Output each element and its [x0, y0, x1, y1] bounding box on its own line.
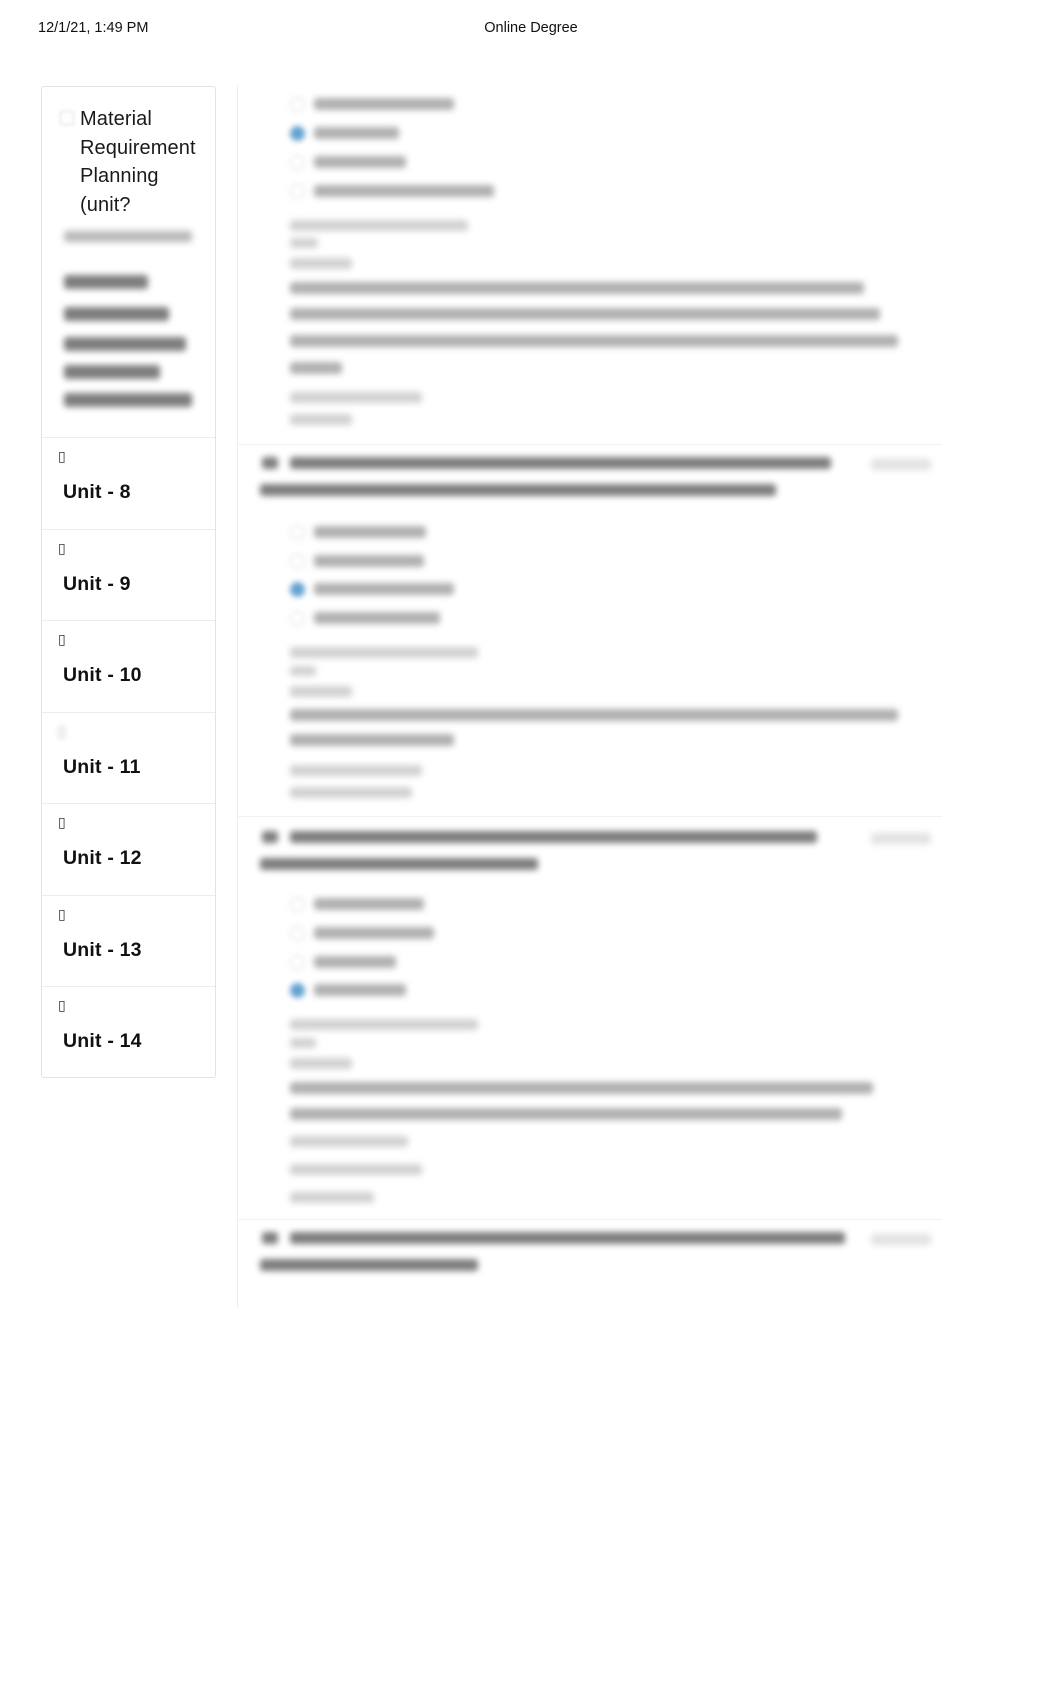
- radio-option[interactable]: [290, 525, 305, 540]
- quiz-content-panel: [237, 86, 942, 1308]
- radio-option[interactable]: [290, 926, 305, 941]
- page-title: Online Degree: [484, 20, 578, 36]
- solution-text: [290, 362, 342, 374]
- question-divider: [238, 816, 942, 817]
- option-label: [314, 927, 434, 939]
- sidebar-item-unit-13[interactable]: ▯ Unit - 13: [42, 894, 215, 987]
- solution-text: [290, 686, 352, 697]
- question-number: [262, 457, 278, 469]
- radio-option-selected[interactable]: [290, 126, 305, 141]
- option-label: [314, 526, 426, 538]
- option-label: [314, 956, 396, 968]
- accepted-answer-value: [290, 414, 352, 425]
- missing-glyph-icon: ▯: [58, 723, 66, 740]
- radio-option[interactable]: [290, 554, 305, 569]
- radio-option[interactable]: [290, 155, 305, 170]
- question-divider: [238, 444, 942, 445]
- solution-text: [290, 308, 880, 320]
- sidebar-item-label: Unit - 14: [63, 1030, 142, 1052]
- sidebar-item-unit-14[interactable]: ▯ Unit - 14: [42, 986, 215, 1077]
- option-label: [314, 555, 424, 567]
- sidebar-item-unit-11[interactable]: ▯ Unit - 11: [42, 711, 215, 804]
- solution-text: [290, 1058, 352, 1069]
- radio-option[interactable]: [290, 97, 305, 112]
- print-header: 12/1/21, 1:49 PM Online Degree: [0, 18, 1062, 44]
- question-mark-label: [871, 833, 931, 844]
- sidebar-item-label: Unit - 12: [63, 847, 142, 869]
- solution-text: [290, 734, 454, 746]
- missing-glyph-icon: ▯: [58, 540, 66, 557]
- solution-text: [290, 647, 478, 658]
- solution-text: [290, 282, 864, 294]
- sidebar-item-label: Unit - 11: [63, 755, 141, 778]
- solution-text: [290, 1038, 316, 1048]
- sidebar-item-unit-9[interactable]: ▯ Unit - 9: [42, 528, 215, 621]
- option-label: [314, 583, 454, 595]
- question-mark-label: [871, 459, 931, 470]
- solution-text: [290, 1019, 478, 1030]
- option-label: [314, 185, 494, 197]
- missing-glyph-icon: ▯: [58, 449, 66, 465]
- radio-option[interactable]: [290, 611, 305, 626]
- question-text: [260, 484, 776, 496]
- solution-text: [290, 709, 898, 721]
- solution-text: [290, 258, 352, 269]
- solution-text: [290, 666, 316, 676]
- option-label: [314, 898, 424, 910]
- sidebar-title: Material Requirement Planning (unit?: [80, 108, 196, 216]
- checkbox-icon[interactable]: [60, 111, 74, 125]
- option-label: [314, 98, 454, 110]
- option-label: [314, 984, 406, 996]
- radio-option[interactable]: [290, 897, 305, 912]
- sidebar-item-unit-12[interactable]: ▯ Unit - 12: [42, 803, 215, 895]
- accepted-answer-value: [290, 1192, 374, 1203]
- question-text: [260, 1259, 478, 1271]
- question-mark-label: [871, 1234, 931, 1245]
- question-text: [290, 457, 831, 469]
- sidebar-item-label: Unit - 10: [63, 664, 142, 686]
- solution-text: [290, 1082, 873, 1094]
- option-label: [314, 127, 399, 139]
- solution-text: [290, 238, 318, 248]
- question-number: [262, 831, 278, 843]
- option-label: [314, 156, 406, 168]
- solution-text: [290, 220, 468, 231]
- missing-glyph-icon: ▯: [58, 815, 66, 831]
- radio-option[interactable]: [290, 955, 305, 970]
- missing-glyph-icon: ▯: [58, 906, 66, 923]
- question-text: [260, 858, 538, 870]
- radio-option-selected[interactable]: [290, 582, 305, 597]
- question-number: [262, 1232, 278, 1244]
- sidebar-item-label: Unit - 13: [63, 938, 142, 961]
- solution-text: [290, 1108, 842, 1120]
- question-divider: [238, 1219, 942, 1220]
- sidebar-header: Material Requirement Planning (unit?: [42, 87, 215, 219]
- sidebar-item-label: Unit - 9: [63, 572, 131, 595]
- sidebar-subtitle-blurred: [42, 225, 215, 269]
- accepted-answer-value: [290, 787, 412, 798]
- accepted-answer-label: [290, 765, 422, 776]
- question-text: [290, 1232, 845, 1244]
- unit-list: ▯ Unit - 8 ▯ Unit - 9 ▯ Unit - 10 ▯ Unit…: [42, 437, 215, 1077]
- missing-glyph-icon: ▯: [58, 632, 66, 648]
- solution-text: [290, 1136, 408, 1147]
- solution-text: [290, 335, 898, 347]
- radio-option-selected[interactable]: [290, 983, 305, 998]
- missing-glyph-icon: ▯: [58, 998, 66, 1014]
- radio-option[interactable]: [290, 184, 305, 199]
- option-label: [314, 612, 440, 624]
- accepted-answer-label: [290, 1164, 422, 1175]
- sidebar-item-label: Unit - 8: [63, 481, 131, 503]
- sidebar-links-blurred: [42, 271, 215, 431]
- question-text: [290, 831, 817, 843]
- sidebar-item-unit-10[interactable]: ▯ Unit - 10: [42, 620, 215, 712]
- sidebar-item-unit-8[interactable]: ▯ Unit - 8: [42, 437, 215, 529]
- accepted-answer-label: [290, 392, 422, 403]
- course-sidebar: Material Requirement Planning (unit? ▯ U…: [41, 86, 216, 1078]
